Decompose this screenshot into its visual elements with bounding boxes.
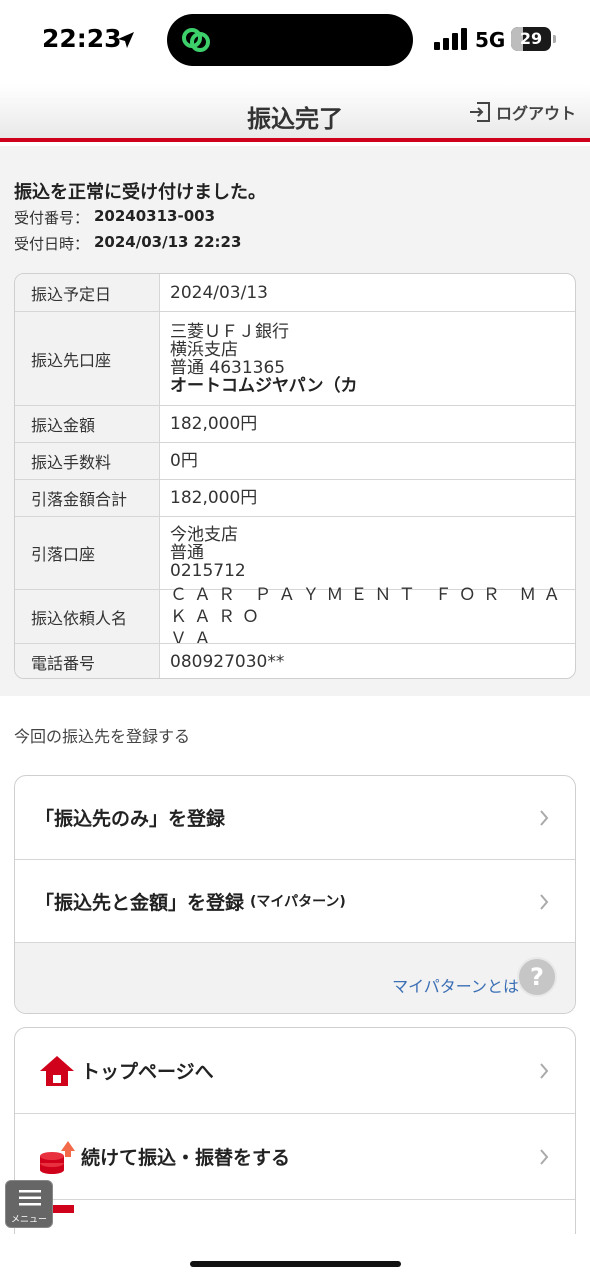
total-value: 182,000円 (170, 488, 258, 508)
receipt-number-label: 受付番号： (14, 209, 90, 227)
register-section-label: 今回の振込先を登録する (14, 727, 191, 746)
total-label: 引落金額合計 (15, 480, 160, 516)
table-row: 引落金額合計 182,000円 (15, 479, 575, 516)
register-destination-only-button[interactable]: 「振込先のみ」を登録 (15, 776, 575, 859)
amount-value: 182,000円 (170, 414, 258, 434)
receipt-number: 20240313-003 (94, 207, 216, 225)
home-indicator (190, 1261, 401, 1267)
receipt-datetime: 2024/03/13 22:23 (94, 233, 242, 251)
my-pattern-info-row: マイパターンとは ? (15, 942, 575, 1013)
destination-bank: 三菱ＵＦＪ銀行 (170, 321, 289, 342)
receipt-number-row: 受付番号： 20240313-003 (14, 207, 215, 228)
battery-level: 29 (519, 29, 543, 48)
register-destination-amount-button[interactable]: 「振込先と金額」を登録 (マイパターン) (15, 859, 575, 942)
continue-transfer-label: 続けて振込・振替をする (81, 1147, 291, 1169)
status-time: 22:23 (42, 24, 122, 53)
destination-branch: 横浜支店 (170, 339, 238, 360)
transfer-detail-table: 振込予定日 2024/03/13 振込先口座 三菱ＵＦＪ銀行 横浜支店 普通 4… (14, 273, 576, 679)
fee-label: 振込手数料 (15, 443, 160, 479)
chevron-right-icon (540, 1149, 549, 1165)
amount-label: 振込金額 (15, 406, 160, 442)
table-row: 振込金額 182,000円 (15, 405, 575, 442)
scheduled-date-label: 振込予定日 (15, 274, 160, 311)
network-type: 5G (475, 28, 506, 52)
my-pattern-link[interactable]: マイパターンとは (392, 973, 519, 997)
table-row: 引落口座 今池支店 普通 0215712 (15, 516, 575, 589)
bottom-safe-area (0, 1234, 590, 1280)
fee-value: 0円 (170, 451, 198, 471)
chevron-right-icon (540, 810, 549, 826)
table-row: 振込手数料 0円 (15, 442, 575, 479)
requester-label: 振込依頼人名 (15, 590, 160, 643)
destination-account: 普通 4631365 (170, 357, 286, 378)
dynamic-island (167, 14, 413, 66)
battery-icon: 29 (511, 27, 551, 51)
page-header: 振込完了 ログアウト (0, 84, 590, 142)
source-account: 0215712 (170, 561, 246, 581)
table-row: 振込依頼人名 ＣＡＲ ＰＡＹＭＥＮＴ ＦＯＲ ＭＡＫＡＲＯ ＶＡ (15, 585, 575, 649)
scheduled-date-value: 2024/03/13 (170, 282, 268, 303)
help-icon[interactable]: ? (517, 957, 557, 997)
top-page-button[interactable]: トップページへ (15, 1028, 575, 1113)
register-destination-only-label: 「振込先のみ」を登録 (35, 808, 226, 830)
signal-icon (434, 28, 467, 50)
logout-button[interactable]: ログアウト (468, 100, 576, 124)
link-app-icon (182, 28, 210, 52)
receipt-datetime-label: 受付日時： (14, 235, 90, 253)
table-row: 振込予定日 2024/03/13 (15, 274, 575, 311)
home-icon (40, 1055, 74, 1086)
register-card: 「振込先のみ」を登録 「振込先と金額」を登録 (マイパターン) マイパターンとは… (14, 775, 576, 1014)
completion-message: 振込を正常に受け付けました。 (14, 182, 266, 203)
my-pattern-note: (マイパターン) (250, 894, 346, 910)
source-label: 引落口座 (15, 517, 160, 589)
top-page-label: トップページへ (81, 1061, 214, 1083)
battery-cap (553, 35, 556, 43)
phone-label: 電話番号 (15, 644, 160, 678)
register-destination-amount-label: 「振込先と金額」を登録 (35, 891, 245, 914)
location-arrow-icon (118, 32, 134, 48)
logout-label: ログアウト (495, 104, 576, 123)
table-row: 電話番号 080927030** (15, 643, 575, 678)
hamburger-icon (19, 1190, 41, 1206)
menu-label: メニュー (10, 1215, 47, 1225)
requester-name-line1: ＣＡＲ ＰＡＹＭＥＮＴ ＦＯＲ ＭＡＫＡＲＯ (170, 584, 568, 627)
receipt-datetime-row: 受付日時： 2024/03/13 22:23 (14, 233, 241, 254)
destination-label: 振込先口座 (15, 312, 160, 405)
source-branch: 今池支店 (170, 525, 238, 545)
coins-transfer-icon (40, 1140, 75, 1174)
chevron-right-icon (540, 1063, 549, 1079)
status-bar: 22:23 5G 29 (0, 0, 590, 84)
menu-button[interactable]: メニュー (5, 1180, 53, 1228)
logout-icon (469, 102, 490, 122)
phone-value: 080927030** (170, 652, 285, 672)
source-type: 普通 (170, 543, 204, 563)
chevron-right-icon (540, 894, 549, 910)
table-row: 振込先口座 三菱ＵＦＪ銀行 横浜支店 普通 4631365 オートコムジヤパン（… (15, 311, 575, 405)
destination-holder: オートコムジヤパン（カ (170, 375, 358, 396)
continue-transfer-button[interactable]: 続けて振込・振替をする (15, 1113, 575, 1199)
navigation-card: トップページへ 続けて振込・振替をする (14, 1027, 576, 1267)
